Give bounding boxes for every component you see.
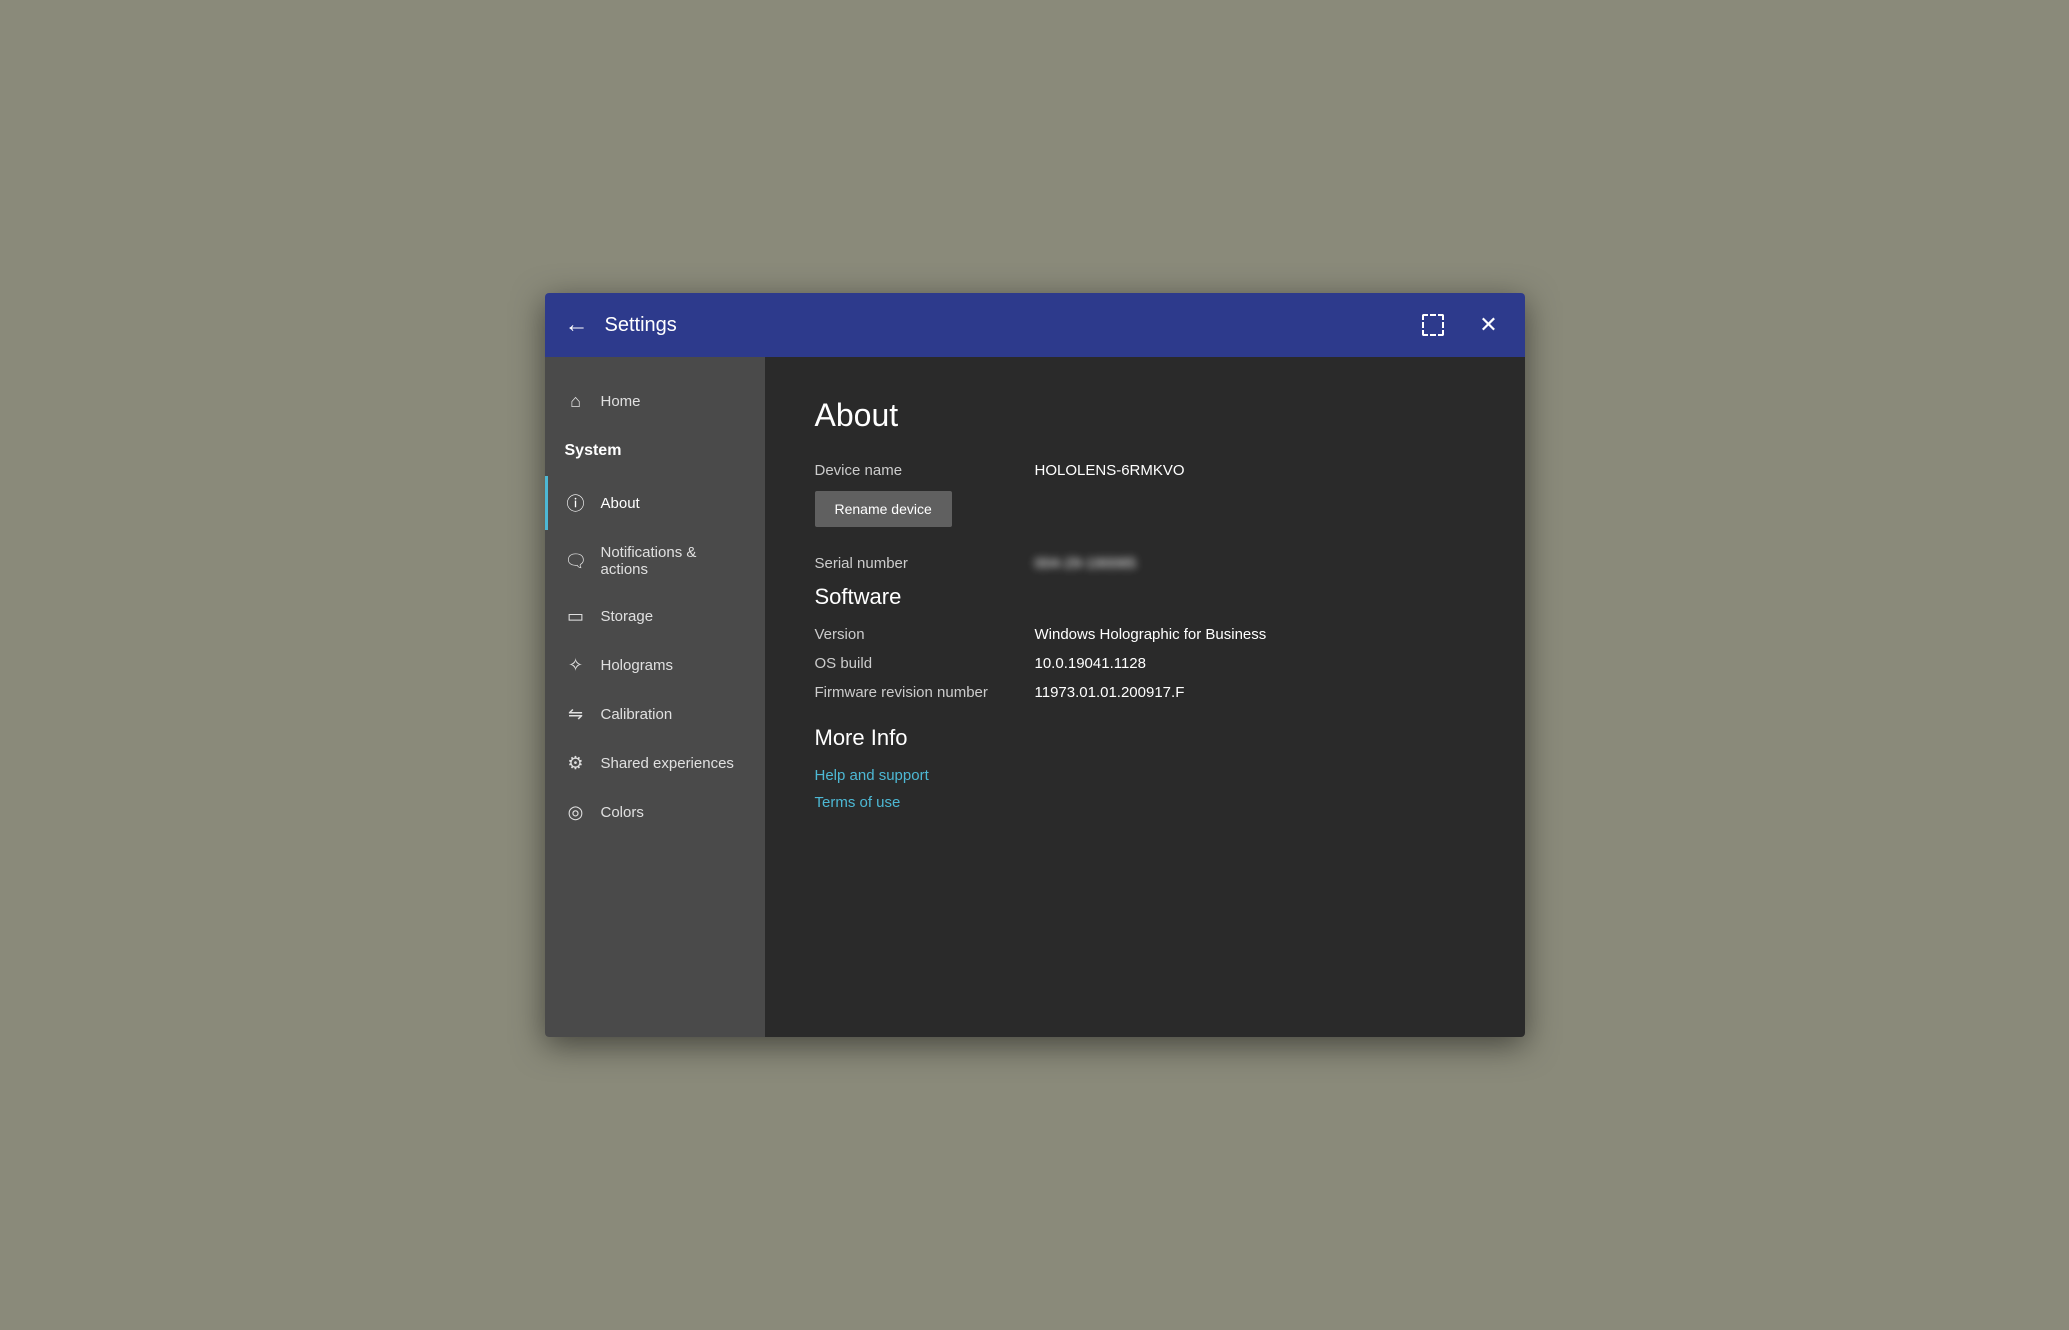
os-build-value: 10.0.19041.1128 (1035, 655, 1147, 672)
help-and-support-link[interactable]: Help and support (815, 767, 1475, 784)
serial-number-label: Serial number (815, 555, 1035, 572)
content-area: ⌂ Home System ⓘ About 🗨 Notifications & … (545, 357, 1525, 1037)
sidebar-item-calibration[interactable]: ⇋ Calibration (545, 690, 765, 739)
sidebar-item-shared[interactable]: ⚙ Shared experiences (545, 739, 765, 788)
terms-of-use-link[interactable]: Terms of use (815, 794, 1475, 811)
close-button[interactable]: ✕ (1473, 309, 1505, 341)
device-name-row: Device name HOLOLENS-6RMKVO (815, 462, 1475, 479)
notifications-icon: 🗨 (565, 551, 587, 572)
sidebar-item-notifications[interactable]: 🗨 Notifications & actions (545, 530, 765, 592)
settings-window: ← Settings ✕ ⌂ Home System ⓘ Abo (545, 293, 1525, 1037)
back-button[interactable]: ← (565, 311, 589, 339)
storage-icon: ▭ (565, 606, 587, 627)
firmware-label: Firmware revision number (815, 684, 1035, 701)
rename-device-button[interactable]: Rename device (815, 491, 952, 527)
sidebar-shared-label: Shared experiences (601, 755, 734, 772)
sidebar-item-colors[interactable]: ◎ Colors (545, 788, 765, 837)
sidebar-calibration-label: Calibration (601, 706, 673, 723)
titlebar-left: ← Settings (565, 311, 677, 339)
version-label: Version (815, 626, 1035, 643)
sidebar-holograms-label: Holograms (601, 657, 674, 674)
sidebar-item-storage[interactable]: ▭ Storage (545, 592, 765, 641)
sidebar-about-label: About (601, 495, 640, 512)
titlebar-right: ✕ (1417, 309, 1505, 341)
page-title: About (815, 397, 1475, 434)
device-name-label: Device name (815, 462, 1035, 479)
about-icon: ⓘ (565, 490, 587, 516)
sidebar-notifications-label: Notifications & actions (601, 544, 745, 578)
sidebar-item-about[interactable]: ⓘ About (545, 476, 765, 530)
titlebar: ← Settings ✕ (545, 293, 1525, 357)
device-name-value: HOLOLENS-6RMKVO (1035, 462, 1185, 479)
firmware-value: 11973.01.01.200917.F (1035, 684, 1185, 701)
software-title: Software (815, 584, 1475, 610)
snap-icon (1422, 314, 1444, 336)
os-build-row: OS build 10.0.19041.1128 (815, 655, 1475, 672)
shared-icon: ⚙ (565, 753, 587, 774)
titlebar-title: Settings (605, 314, 677, 337)
sidebar-item-home[interactable]: ⌂ Home (545, 377, 765, 426)
version-value: Windows Holographic for Business (1035, 626, 1267, 643)
sidebar-colors-label: Colors (601, 804, 644, 821)
serial-number-row: Serial number 004-29-190065 (815, 555, 1475, 572)
version-row: Version Windows Holographic for Business (815, 626, 1475, 643)
more-info-title: More Info (815, 725, 1475, 751)
sidebar-storage-label: Storage (601, 608, 654, 625)
firmware-row: Firmware revision number 11973.01.01.200… (815, 684, 1475, 701)
sidebar-home-label: Home (601, 393, 641, 410)
colors-icon: ◎ (565, 802, 587, 823)
sidebar-item-holograms[interactable]: ✧ Holograms (545, 641, 765, 690)
os-build-label: OS build (815, 655, 1035, 672)
snap-button[interactable] (1417, 309, 1449, 341)
holograms-icon: ✧ (565, 655, 587, 676)
calibration-icon: ⇋ (565, 704, 587, 725)
sidebar-system-header: System (545, 426, 765, 476)
home-icon: ⌂ (565, 391, 587, 412)
system-label: System (565, 442, 622, 460)
main-content: About Device name HOLOLENS-6RMKVO Rename… (765, 357, 1525, 1037)
sidebar: ⌂ Home System ⓘ About 🗨 Notifications & … (545, 357, 765, 1037)
serial-number-value: 004-29-190065 (1035, 555, 1137, 572)
